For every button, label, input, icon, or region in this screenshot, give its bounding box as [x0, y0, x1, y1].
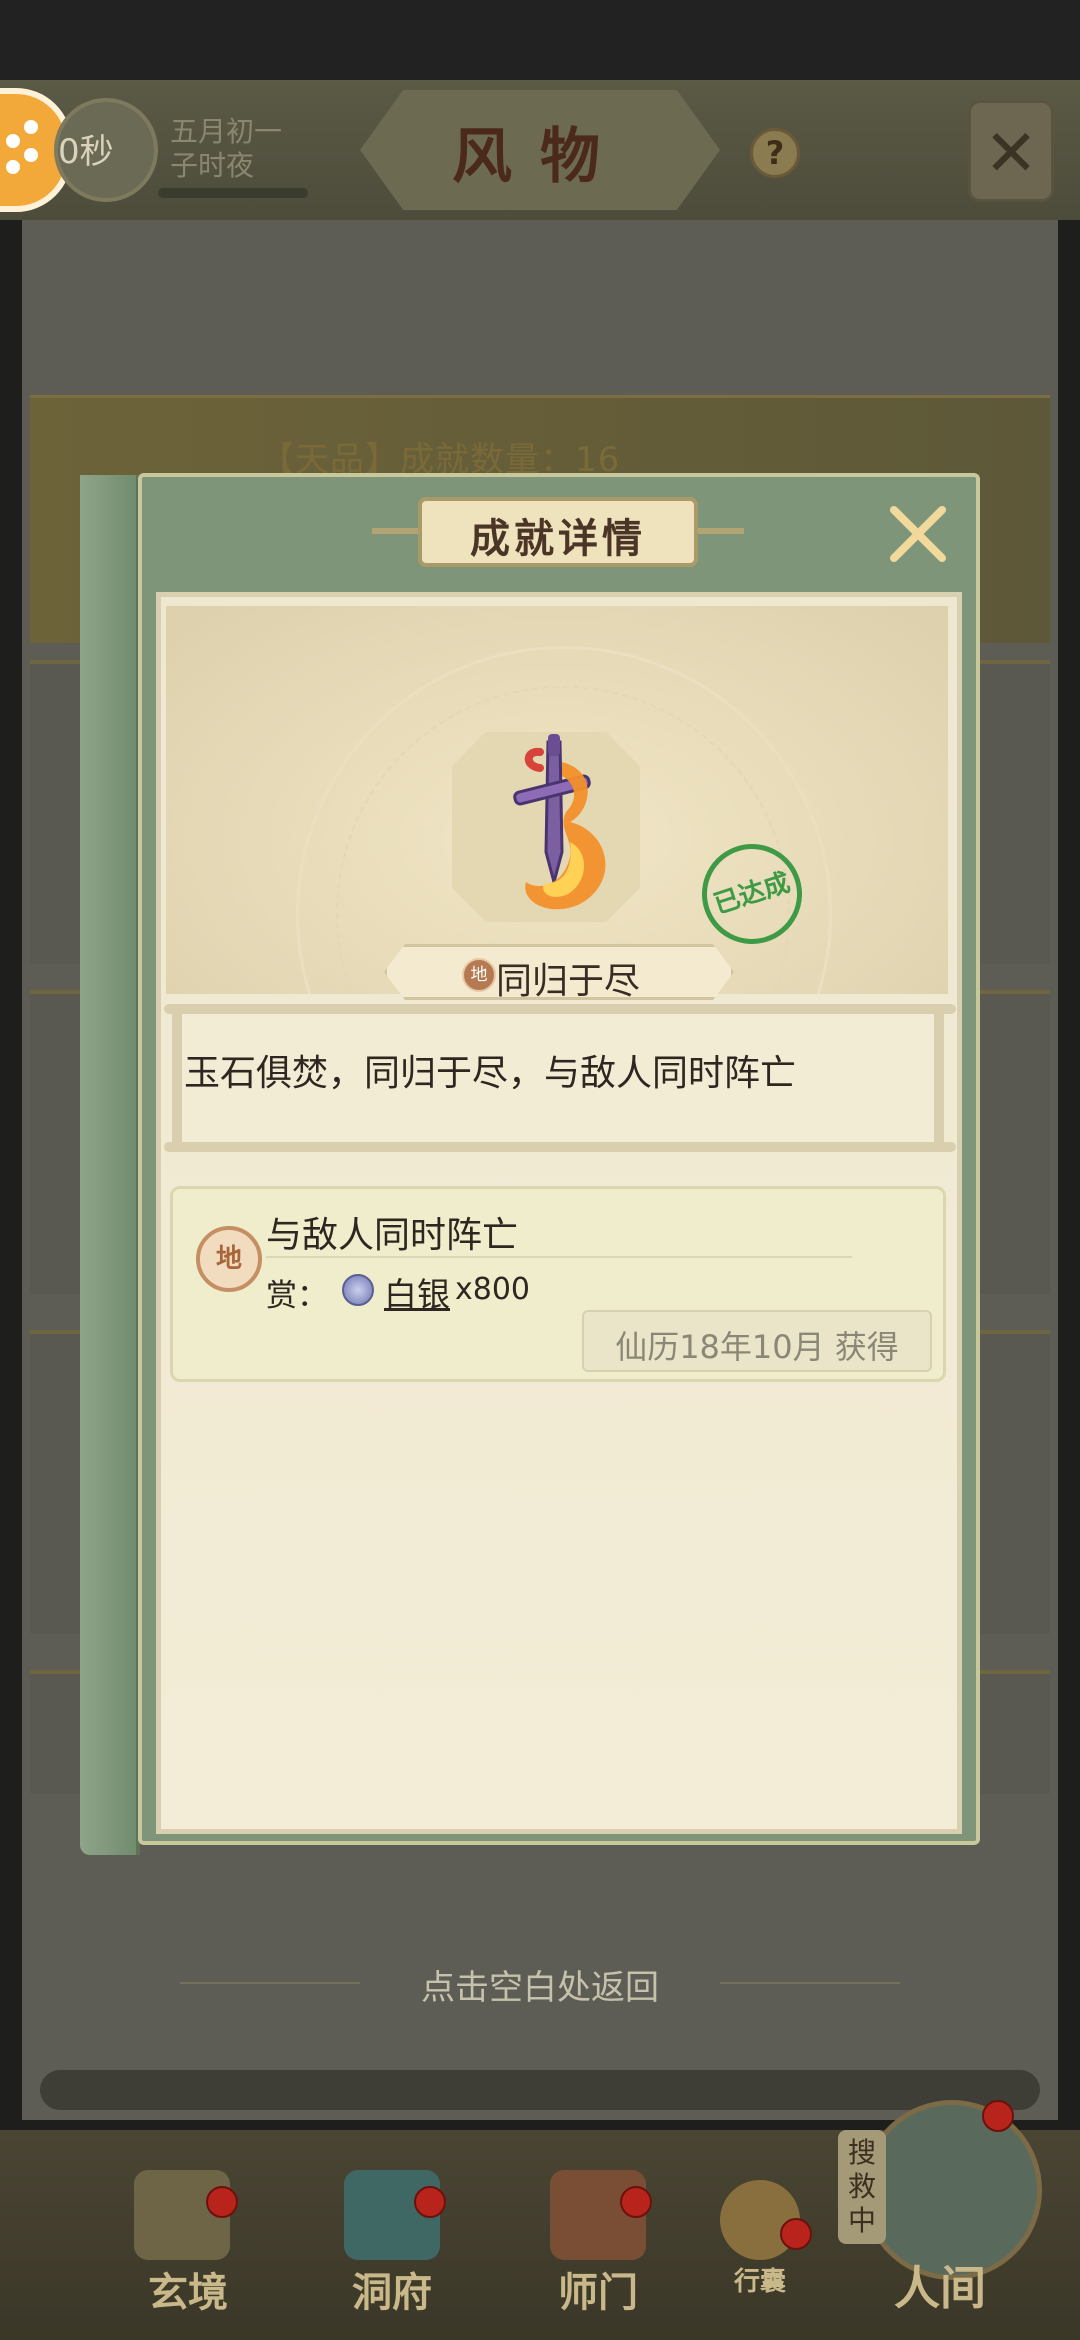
- notification-dot: [982, 2100, 1014, 2132]
- nav-item-shimen[interactable]: 师门: [528, 2260, 668, 2318]
- reward-quantity: x800: [455, 1272, 531, 1307]
- time-of-day: 子时夜: [170, 149, 255, 182]
- rescue-status-badge: 搜救中: [838, 2130, 886, 2244]
- modal-title: 成就详情: [470, 515, 646, 562]
- nav-item-xingnang[interactable]: 行囊: [690, 2261, 830, 2298]
- obtained-date: 仙历18年10月 获得: [615, 1328, 899, 1366]
- timer-text: 0秒: [58, 132, 114, 172]
- notification-dot: [780, 2218, 812, 2250]
- notification-dot: [620, 2186, 652, 2218]
- close-icon: ✕: [984, 117, 1038, 191]
- page-title: 风物: [452, 122, 628, 192]
- notification-dot: [414, 2186, 446, 2218]
- nav-item-renjian[interactable]: 人间: [870, 2252, 1010, 2318]
- achievement-description: 玉石俱焚，同归于尽，与敌人同时阵亡: [184, 1053, 797, 1094]
- footer-bar: [40, 2070, 1040, 2110]
- modal-book-spine: [80, 475, 140, 1855]
- nav-item-dongfu[interactable]: 洞府: [322, 2260, 462, 2318]
- notification-dot: [206, 2186, 238, 2218]
- reward-tier-badge: 地: [196, 1226, 262, 1292]
- help-button[interactable]: ?: [750, 128, 800, 178]
- hint-divider-right: [720, 1982, 900, 1984]
- reward-divider: [266, 1256, 852, 1258]
- flaming-sword-icon: [513, 734, 606, 910]
- tap-blank-to-return-hint[interactable]: 点击空白处返回: [0, 1960, 1080, 2009]
- reward-condition: 与敌人同时阵亡: [266, 1215, 519, 1256]
- nav-item-xuanjing[interactable]: 玄境: [118, 2260, 258, 2318]
- status-area: [0, 0, 1080, 80]
- achievement-name: 同归于尽: [496, 961, 641, 1002]
- title-ornament-right: [698, 528, 744, 534]
- tier-badge: 地: [462, 958, 496, 992]
- modal-close-button[interactable]: [882, 498, 954, 570]
- day-progress-bar: [158, 188, 308, 198]
- page-close-button[interactable]: ✕: [968, 100, 1054, 202]
- reward-prefix: 赏：: [266, 1278, 328, 1314]
- title-ornament-left: [372, 528, 418, 534]
- reward-item-link[interactable]: 白银: [384, 1268, 450, 1316]
- silver-coin-icon: [342, 1274, 374, 1306]
